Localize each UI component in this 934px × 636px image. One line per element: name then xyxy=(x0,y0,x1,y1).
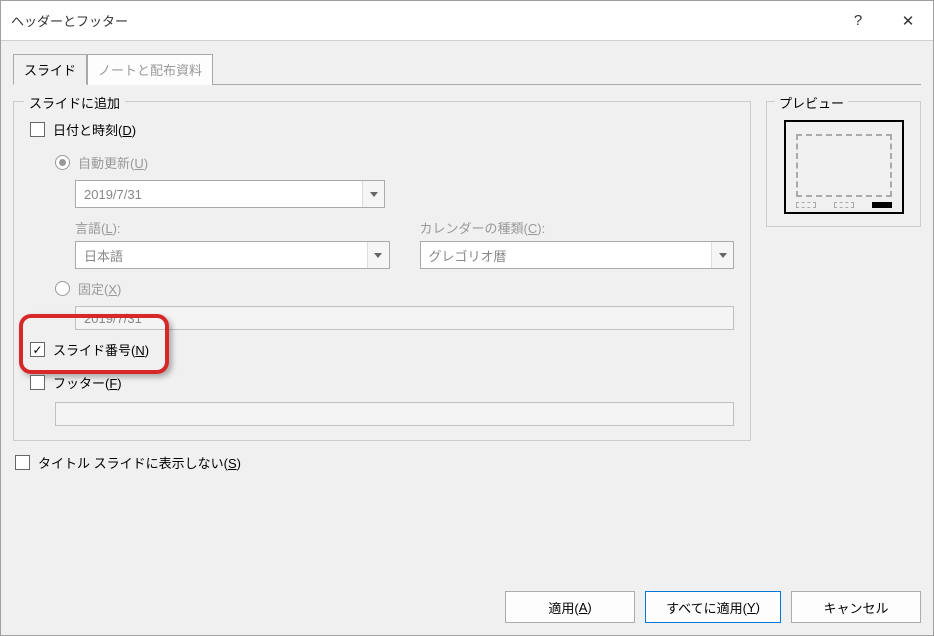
date-time-checkbox[interactable] xyxy=(30,122,45,137)
apply-button[interactable]: 適用(A) xyxy=(505,591,635,623)
slide-number-label: スライド番号(N) xyxy=(53,340,149,359)
date-time-row[interactable]: 日付と時刻(D) xyxy=(30,120,734,139)
preview-legend: プレビュー xyxy=(775,93,848,112)
preview-slide xyxy=(784,120,904,214)
tab-slide[interactable]: スライド xyxy=(13,54,87,85)
help-button[interactable]: ? xyxy=(833,1,883,40)
tabs: スライド ノートと配布資料 xyxy=(13,53,921,85)
date-format-row: 2019/7/31 xyxy=(30,180,734,208)
preview-footer-placeholders xyxy=(796,202,892,208)
titlebar: ヘッダーとフッター ? ✕ xyxy=(1,1,933,41)
fixed-date-input[interactable]: 2019/7/31 xyxy=(75,306,734,330)
chevron-down-icon xyxy=(367,242,389,268)
calendar-label: カレンダーの種類(C): xyxy=(420,218,735,237)
dialog-title: ヘッダーとフッター xyxy=(11,11,833,30)
left-column: スライドに追加 日付と時刻(D) 自動更新(U) xyxy=(13,101,751,480)
footer-label: フッター(F) xyxy=(53,373,122,392)
titlebar-buttons: ? ✕ xyxy=(833,1,933,40)
right-column: プレビュー xyxy=(766,101,921,480)
auto-update-label: 自動更新(U) xyxy=(78,153,148,172)
language-value: 日本語 xyxy=(76,246,367,265)
footer-text-input[interactable] xyxy=(55,402,734,426)
preview-date-placeholder xyxy=(796,202,816,208)
auto-update-row[interactable]: 自動更新(U) xyxy=(30,153,734,172)
date-time-label: 日付と時刻(D) xyxy=(53,120,136,139)
chevron-down-icon xyxy=(711,242,733,268)
main-area: スライドに追加 日付と時刻(D) 自動更新(U) xyxy=(13,87,921,480)
language-calendar-row: 言語(L): 日本語 カレンダーの種類(C): xyxy=(30,218,734,269)
calendar-dropdown[interactable]: グレゴリオ暦 xyxy=(420,241,735,269)
slide-number-row[interactable]: ✓ スライド番号(N) xyxy=(30,340,734,359)
preview-slide-number-placeholder xyxy=(872,202,892,208)
chevron-down-icon xyxy=(362,181,384,207)
fixed-label: 固定(X) xyxy=(78,279,121,298)
auto-update-radio[interactable] xyxy=(55,155,70,170)
date-format-dropdown[interactable]: 2019/7/31 xyxy=(75,180,385,208)
date-format-value: 2019/7/31 xyxy=(76,187,362,202)
preview-body-placeholder xyxy=(796,134,892,197)
dont-show-title-label: タイトル スライドに表示しない(S) xyxy=(38,453,241,472)
group-legend: スライドに追加 xyxy=(24,93,125,112)
cancel-button[interactable]: キャンセル xyxy=(791,591,921,623)
language-dropdown[interactable]: 日本語 xyxy=(75,241,390,269)
close-button[interactable]: ✕ xyxy=(883,1,933,40)
fixed-date-row: 2019/7/31 xyxy=(30,306,734,330)
tab-notes-handouts[interactable]: ノートと配布資料 xyxy=(87,54,213,85)
include-on-slide-group: スライドに追加 日付と時刻(D) 自動更新(U) xyxy=(13,101,751,441)
language-label: 言語(L): xyxy=(75,218,390,237)
fixed-row[interactable]: 固定(X) xyxy=(30,279,734,298)
footer-text-row xyxy=(30,402,734,426)
calendar-value: グレゴリオ暦 xyxy=(421,246,712,265)
preview-group: プレビュー xyxy=(766,101,921,227)
calendar-group: カレンダーの種類(C): グレゴリオ暦 xyxy=(420,218,735,269)
footer-checkbox[interactable] xyxy=(30,375,45,390)
button-bar: 適用(A) すべてに適用(Y) キャンセル xyxy=(505,591,921,623)
slide-number-checkbox[interactable]: ✓ xyxy=(30,342,45,357)
dont-show-title-checkbox[interactable] xyxy=(15,455,30,470)
dont-show-title-row[interactable]: タイトル スライドに表示しない(S) xyxy=(13,453,751,472)
content-area: スライド ノートと配布資料 スライドに追加 日付と時刻(D) 自動更新(U) xyxy=(1,41,933,488)
fixed-radio[interactable] xyxy=(55,281,70,296)
footer-row[interactable]: フッター(F) xyxy=(30,373,734,392)
apply-all-button[interactable]: すべてに適用(Y) xyxy=(645,591,781,623)
preview-footer-placeholder xyxy=(834,202,854,208)
language-group: 言語(L): 日本語 xyxy=(75,218,390,269)
